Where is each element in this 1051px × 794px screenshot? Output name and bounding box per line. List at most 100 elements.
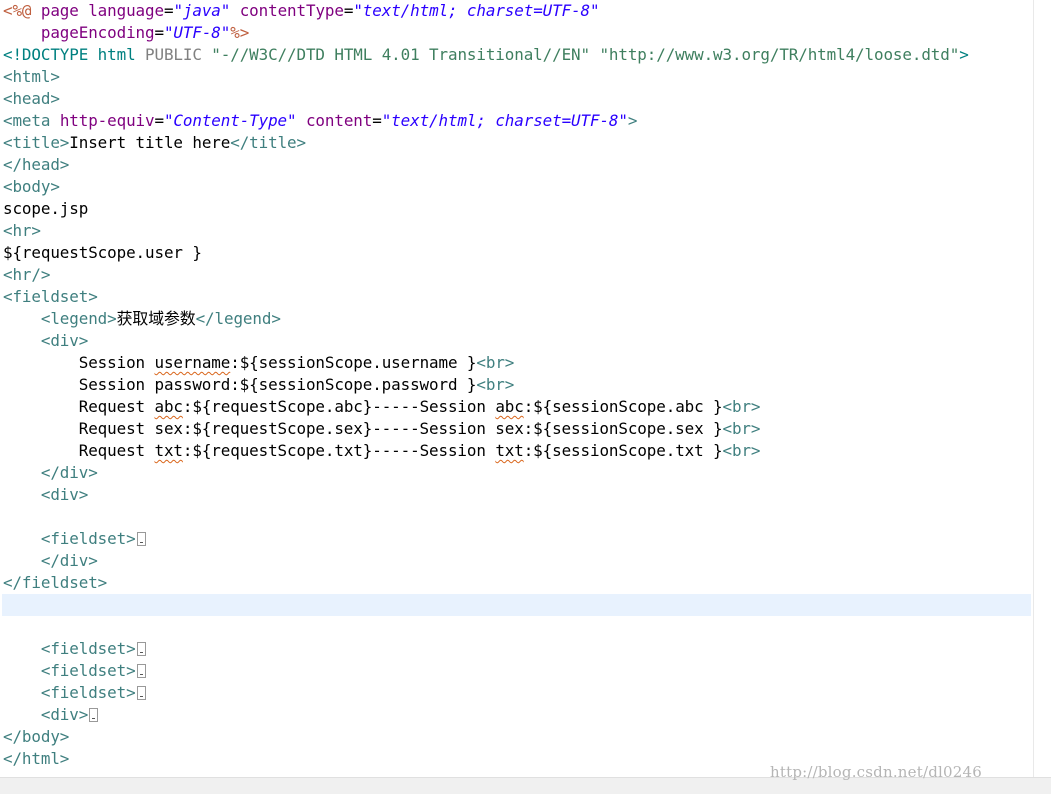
- code-token: =: [343, 1, 354, 20]
- code-line[interactable]: <!DOCTYPE html PUBLIC "-//W3C//DTD HTML …: [3, 44, 1033, 66]
- code-line[interactable]: [3, 616, 1033, 638]
- code-token: scope.jsp: [3, 199, 89, 218]
- code-line[interactable]: [3, 506, 1033, 528]
- code-token: <br>: [722, 397, 761, 416]
- code-token: <br>: [476, 375, 515, 394]
- code-token: <!DOCTYPE html: [3, 45, 146, 64]
- code-line[interactable]: scope.jsp: [3, 198, 1033, 220]
- code-token: >: [959, 45, 969, 64]
- code-line[interactable]: <fieldset>: [3, 682, 1033, 704]
- code-token: </body>: [3, 727, 70, 746]
- code-line[interactable]: <body>: [3, 176, 1033, 198]
- code-line[interactable]: <meta http-equiv="Content-Type" content=…: [3, 110, 1033, 132]
- code-token: <fieldset>: [3, 287, 98, 306]
- code-token: </div>: [40, 463, 98, 482]
- code-token: Session password:${sessionScope.password…: [3, 375, 477, 394]
- code-token: <br>: [476, 353, 515, 372]
- code-line[interactable]: <legend>获取域参数</legend>: [3, 308, 1033, 330]
- code-line[interactable]: </head>: [3, 154, 1033, 176]
- code-line[interactable]: [3, 594, 1033, 616]
- code-token: page: [40, 1, 89, 20]
- code-token: </html>: [3, 749, 70, 768]
- code-line[interactable]: <fieldset>: [3, 638, 1033, 660]
- code-token: =: [154, 111, 164, 130]
- code-token: "UTF-8": [163, 23, 231, 42]
- code-token: </title>: [230, 133, 306, 152]
- folded-code-icon[interactable]: [136, 664, 146, 678]
- code-line[interactable]: <%@ page language="java" contentType="te…: [3, 0, 1033, 22]
- code-line[interactable]: <div>: [3, 704, 1033, 726]
- code-token: <legend>: [40, 309, 117, 328]
- code-line[interactable]: </fieldset>: [3, 572, 1033, 594]
- folded-code-icon[interactable]: [89, 708, 99, 722]
- code-line[interactable]: </div>: [3, 462, 1033, 484]
- code-token: <%@: [3, 1, 41, 20]
- code-token: <div>: [40, 331, 89, 350]
- code-line[interactable]: ${requestScope.user }: [3, 242, 1033, 264]
- folded-code-icon[interactable]: [136, 642, 146, 656]
- code-token: contentType: [239, 1, 344, 20]
- code-token: Session: [3, 353, 155, 372]
- spellcheck-token: username: [154, 353, 231, 372]
- code-token: ${requestScope.user }: [3, 243, 202, 262]
- code-line[interactable]: pageEncoding="UTF-8"%>: [3, 22, 1033, 44]
- code-token: "-//W3C//DTD HTML 4.01 Transitional//EN"…: [211, 45, 960, 64]
- code-token: :${sessionScope.abc }: [523, 397, 723, 416]
- code-line[interactable]: <fieldset>: [3, 528, 1033, 550]
- code-line[interactable]: Request txt:${requestScope.txt}-----Sess…: [3, 440, 1033, 462]
- folded-code-icon[interactable]: [136, 686, 146, 700]
- code-token: 获取域参数: [116, 309, 196, 328]
- vertical-scrollbar[interactable]: [1033, 0, 1051, 777]
- code-lines[interactable]: <%@ page language="java" contentType="te…: [3, 0, 1033, 770]
- code-token: Request: [3, 397, 155, 416]
- code-token: <br>: [722, 441, 761, 460]
- code-line[interactable]: Request sex:${requestScope.sex}-----Sess…: [3, 418, 1033, 440]
- code-token: language: [88, 1, 164, 20]
- code-token: :${sessionScope.username }: [230, 353, 477, 372]
- code-token: </head>: [3, 155, 70, 174]
- code-token: </fieldset>: [3, 573, 108, 592]
- code-token: "text/html; charset=UTF-8": [353, 1, 600, 20]
- code-token: <fieldset>: [40, 639, 136, 658]
- code-line[interactable]: <head>: [3, 88, 1033, 110]
- code-token: :${requestScope.txt}-----Session: [182, 441, 496, 460]
- code-token: :${requestScope.abc}-----Session: [182, 397, 496, 416]
- code-token: <div>: [40, 485, 89, 504]
- code-token: pageEncoding: [40, 23, 155, 42]
- code-token: =: [372, 111, 382, 130]
- code-line[interactable]: <html>: [3, 66, 1033, 88]
- code-token: "text/html; charset=UTF-8": [381, 111, 628, 130]
- watermark: http://blog.csdn.net/dl0246: [770, 763, 983, 781]
- code-line[interactable]: <hr>: [3, 220, 1033, 242]
- folded-code-icon[interactable]: [136, 532, 146, 546]
- code-token: "java": [173, 1, 231, 20]
- code-token: =: [154, 23, 164, 42]
- code-token: <html>: [3, 67, 60, 86]
- code-token: <title>: [3, 133, 70, 152]
- code-line[interactable]: <fieldset>: [3, 660, 1033, 682]
- code-line[interactable]: </div>: [3, 550, 1033, 572]
- spellcheck-token: abc: [154, 397, 183, 416]
- code-line[interactable]: <div>: [3, 330, 1033, 352]
- code-token: http-equiv: [59, 111, 155, 130]
- spellcheck-token: txt: [154, 441, 183, 460]
- code-token: <head>: [3, 89, 60, 108]
- code-editor[interactable]: <%@ page language="java" contentType="te…: [0, 0, 1033, 777]
- code-line[interactable]: Session password:${sessionScope.password…: [3, 374, 1033, 396]
- code-line[interactable]: Session username:${sessionScope.username…: [3, 352, 1033, 374]
- code-line[interactable]: <div>: [3, 484, 1033, 506]
- code-line[interactable]: <fieldset>: [3, 286, 1033, 308]
- code-line[interactable]: <hr/>: [3, 264, 1033, 286]
- code-token: %>: [230, 23, 250, 42]
- code-line[interactable]: Request abc:${requestScope.abc}-----Sess…: [3, 396, 1033, 418]
- code-token: Request sex:${requestScope.sex}-----Sess…: [3, 419, 723, 438]
- code-line[interactable]: </body>: [3, 726, 1033, 748]
- code-line[interactable]: <title>Insert title here</title>: [3, 132, 1033, 154]
